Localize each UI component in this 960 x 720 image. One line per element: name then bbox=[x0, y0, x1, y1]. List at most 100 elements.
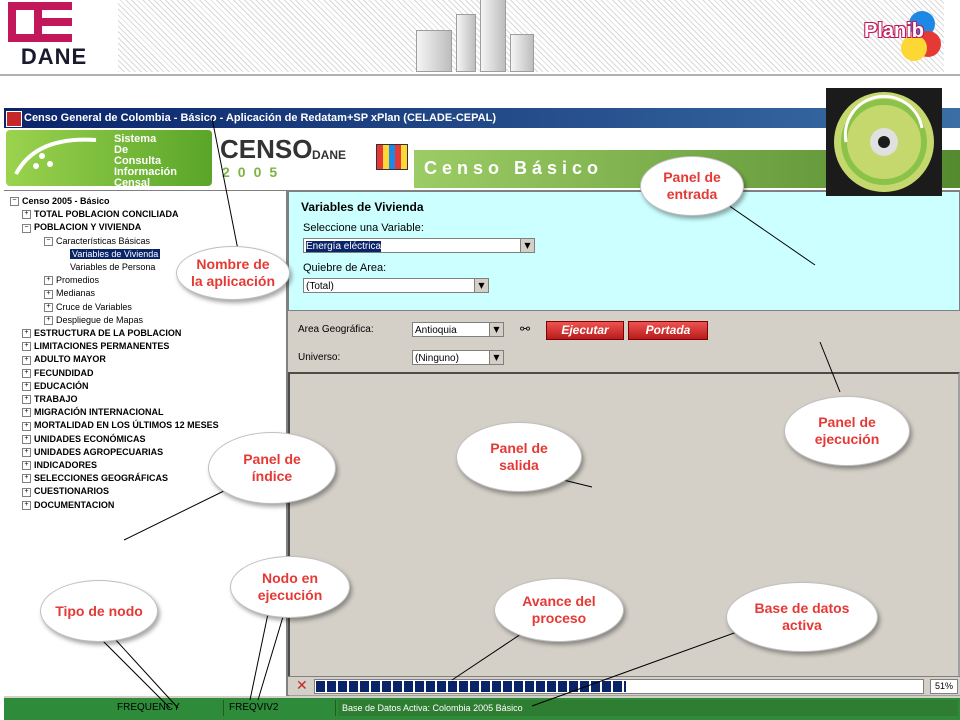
tree-item-label: LIMITACIONES PERMANENTES bbox=[34, 341, 170, 352]
sistema-swoosh-icon bbox=[14, 137, 97, 175]
tree-item-label: TRABAJO bbox=[34, 394, 78, 404]
tree-item-label: CUESTIONARIOS bbox=[34, 486, 110, 497]
expand-icon[interactable]: + bbox=[44, 302, 53, 312]
variable-select[interactable]: Energía eléctrica ▼ bbox=[303, 238, 535, 253]
tree-item[interactable]: + EDUCACIÓN bbox=[22, 380, 89, 393]
tree-item[interactable]: Variables de Vivienda bbox=[64, 248, 161, 261]
tree-item[interactable]: + LIMITACIONES PERMANENTES bbox=[22, 340, 169, 353]
callout-output-panel: Panel de salida bbox=[456, 422, 582, 492]
expand-icon[interactable]: + bbox=[22, 329, 31, 339]
universe-select[interactable]: (Ninguno) ▼ bbox=[412, 350, 504, 365]
expand-icon[interactable]: + bbox=[44, 276, 53, 286]
window-title: Censo General de Colombia - Básico - Apl… bbox=[24, 112, 496, 124]
callout-index-panel: Panel de índice bbox=[208, 432, 336, 504]
variable-select-value: Energía eléctrica bbox=[306, 241, 382, 252]
tree-item[interactable]: + UNIDADES ECONÓMICAS bbox=[22, 433, 146, 446]
tree-item[interactable]: + Cruce de Variables bbox=[44, 301, 132, 314]
tree-item[interactable]: + DOCUMENTACION bbox=[22, 499, 114, 512]
header-decoration bbox=[118, 0, 944, 72]
tree-item[interactable]: + TRABAJO bbox=[22, 393, 78, 406]
tree-item[interactable]: + MORTALIDAD EN LOS ÚLTIMOS 12 MESES bbox=[22, 419, 219, 432]
tree-item[interactable]: + SELECCIONES GEOGRÁFICAS bbox=[22, 472, 168, 485]
cancel-icon[interactable]: ✕ bbox=[296, 677, 308, 695]
tree-item[interactable]: + CUESTIONARIOS bbox=[22, 485, 109, 498]
callout-input-panel: Panel de entrada bbox=[640, 156, 744, 216]
tree-item[interactable]: + Despliegue de Mapas bbox=[44, 314, 143, 327]
collapse-icon[interactable]: − bbox=[10, 197, 19, 207]
cover-button[interactable]: Portada bbox=[628, 321, 708, 340]
tree-item-label: Censo 2005 - Básico bbox=[22, 196, 110, 206]
censo-title: CENSO bbox=[220, 134, 313, 164]
collapse-icon[interactable]: − bbox=[44, 236, 53, 246]
cd-disc-icon bbox=[834, 92, 934, 192]
chevron-down-icon[interactable]: ▼ bbox=[489, 351, 503, 364]
tree-item-label: UNIDADES AGROPECUARIAS bbox=[34, 446, 164, 457]
expand-icon[interactable]: + bbox=[22, 395, 31, 405]
tree-item[interactable]: + ESTRUCTURA DE LA POBLACION bbox=[22, 327, 181, 340]
chevron-down-icon[interactable]: ▼ bbox=[489, 323, 503, 336]
tree-item-label: Variables de Vivienda bbox=[70, 248, 161, 259]
status-node-running: FREQVIV2 bbox=[226, 700, 336, 716]
callout-active-db: Base de datos activa bbox=[726, 582, 878, 652]
tree-item[interactable]: + TOTAL POBLACION CONCILIADA bbox=[22, 208, 179, 221]
callout-process-progress: Avance del proceso bbox=[494, 578, 624, 642]
callout-app-name: Nombre de la aplicación bbox=[176, 246, 290, 300]
tree-item-label: Despliegue de Mapas bbox=[56, 314, 144, 325]
expand-icon[interactable]: + bbox=[22, 355, 31, 365]
tree-item[interactable]: + Promedios bbox=[44, 274, 99, 287]
dane-logo-mark bbox=[8, 2, 72, 42]
area-label: Quiebre de Area: bbox=[303, 262, 387, 274]
tree-item[interactable]: + INDICADORES bbox=[22, 459, 97, 472]
chevron-down-icon[interactable]: ▼ bbox=[474, 279, 488, 292]
tree-item-label: Medianas bbox=[56, 288, 96, 299]
tree-item-label: Variables de Persona bbox=[70, 262, 156, 272]
tree-item[interactable]: Variables de Persona bbox=[64, 261, 155, 274]
tree-item[interactable]: + FECUNDIDAD bbox=[22, 367, 94, 380]
expand-icon[interactable]: + bbox=[22, 461, 31, 471]
expand-icon[interactable]: + bbox=[22, 487, 31, 497]
progress-percent: 51% bbox=[930, 679, 958, 694]
expand-icon[interactable]: + bbox=[22, 500, 31, 510]
tree-item[interactable]: − Censo 2005 - Básico bbox=[10, 195, 110, 208]
tree-item[interactable]: − POBLACION Y VIVIENDA bbox=[22, 221, 141, 234]
expand-icon[interactable]: + bbox=[22, 381, 31, 391]
tree-item[interactable]: + ADULTO MAYOR bbox=[22, 353, 106, 366]
callout-execution-panel: Panel de ejecución bbox=[784, 396, 910, 466]
tree-item-label: Promedios bbox=[56, 275, 100, 286]
tree-item[interactable]: + MIGRACIÓN INTERNACIONAL bbox=[22, 406, 164, 419]
collapse-icon[interactable]: − bbox=[22, 223, 31, 233]
window-titlebar[interactable]: Censo General de Colombia - Básico - Apl… bbox=[4, 108, 960, 128]
expand-icon[interactable]: + bbox=[22, 210, 31, 220]
expand-icon[interactable]: + bbox=[22, 342, 31, 352]
universe-value: (Ninguno) bbox=[415, 353, 459, 364]
tree-item-label: ADULTO MAYOR bbox=[34, 354, 106, 365]
tree-item-label: DOCUMENTACION bbox=[34, 499, 115, 510]
expand-icon[interactable]: + bbox=[22, 434, 31, 444]
run-button[interactable]: Ejecutar bbox=[546, 321, 624, 340]
dane-logo-text: DANE bbox=[20, 44, 88, 69]
expand-icon[interactable]: + bbox=[44, 315, 53, 325]
tree-item-label: FECUNDIDAD bbox=[34, 367, 94, 378]
tree-item[interactable]: − Características Básicas bbox=[44, 235, 150, 248]
binoculars-icon[interactable]: ⚯ bbox=[520, 322, 530, 336]
chevron-down-icon[interactable]: ▼ bbox=[520, 239, 534, 252]
censo-basico-title: Censo Básico bbox=[424, 158, 604, 178]
expand-icon[interactable]: + bbox=[22, 447, 31, 457]
geo-area-value: Antioquia bbox=[415, 325, 457, 336]
app-icon bbox=[6, 111, 22, 127]
banner-sistema: Sistema De Consulta Información Censal bbox=[6, 130, 212, 189]
tree-item[interactable]: + UNIDADES AGROPECUARIAS bbox=[22, 446, 163, 459]
expand-icon[interactable]: + bbox=[22, 408, 31, 418]
censo-year: 2005 bbox=[222, 164, 286, 180]
decor-bar bbox=[416, 30, 452, 72]
expand-icon[interactable]: + bbox=[22, 474, 31, 484]
expand-icon[interactable]: + bbox=[22, 368, 31, 378]
geo-area-select[interactable]: Antioquia ▼ bbox=[412, 322, 504, 337]
header-divider bbox=[0, 74, 960, 76]
tree-item[interactable]: + Medianas bbox=[44, 287, 95, 300]
decor-bar bbox=[480, 0, 506, 72]
expand-icon[interactable]: + bbox=[22, 421, 31, 431]
status-active-db: Base de Datos Activa: Colombia 2005 Bási… bbox=[338, 700, 958, 716]
area-select[interactable]: (Total) ▼ bbox=[303, 278, 489, 293]
expand-icon[interactable]: + bbox=[44, 289, 53, 299]
